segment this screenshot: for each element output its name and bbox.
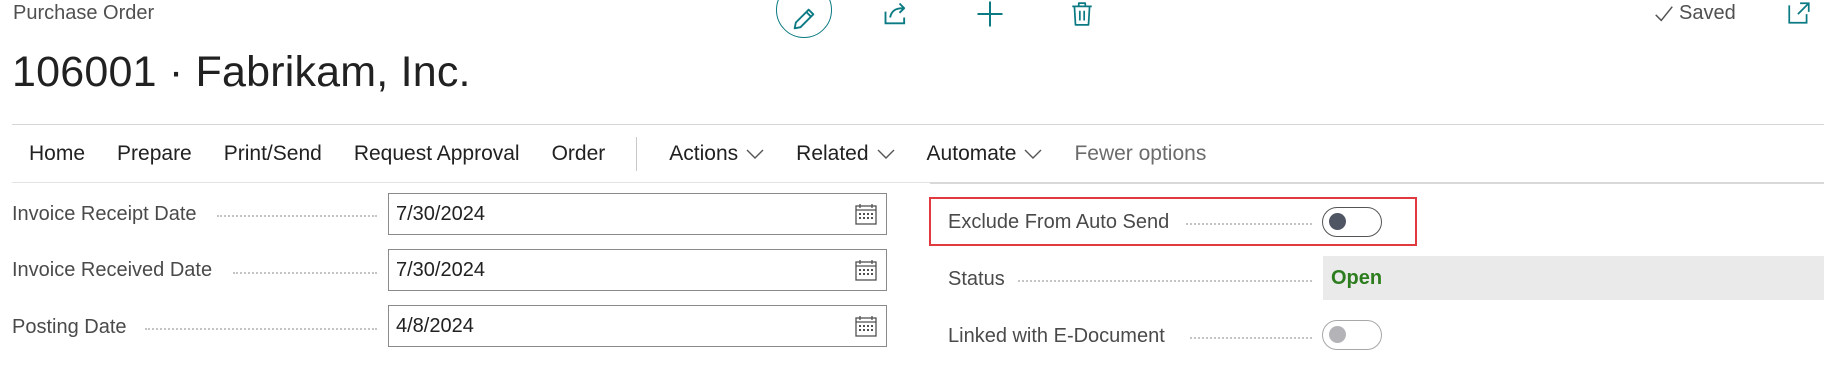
calendar-icon[interactable] bbox=[855, 259, 877, 281]
popout-button[interactable] bbox=[1786, 0, 1814, 28]
invoice-received-date-input[interactable]: 7/30/2024 bbox=[388, 249, 887, 291]
chevron-down-icon bbox=[1024, 149, 1042, 159]
header-divider bbox=[12, 124, 1824, 125]
linked-edocument-label: Linked with E-Document bbox=[948, 325, 1165, 347]
trash-icon bbox=[1072, 2, 1092, 26]
section-divider bbox=[930, 182, 1824, 184]
field-dots bbox=[1190, 337, 1312, 339]
invoice-receipt-date-input[interactable]: 7/30/2024 bbox=[388, 193, 887, 235]
saved-label: Saved bbox=[1679, 2, 1736, 24]
invoice-receipt-date-label: Invoice Receipt Date bbox=[12, 203, 197, 225]
nav-separator bbox=[636, 137, 638, 171]
chevron-down-icon bbox=[877, 149, 895, 159]
exclude-auto-send-toggle[interactable] bbox=[1322, 207, 1382, 237]
edit-button[interactable] bbox=[776, 0, 832, 38]
nav-request-approval[interactable]: Request Approval bbox=[338, 132, 536, 176]
status-value: Open bbox=[1323, 256, 1824, 300]
linked-edocument-toggle bbox=[1322, 320, 1382, 350]
checkmark-icon bbox=[1655, 5, 1673, 22]
action-bar: Home Prepare Print/Send Request Approval… bbox=[12, 132, 1222, 176]
plus-icon bbox=[977, 1, 1003, 27]
popout-icon bbox=[1788, 2, 1810, 24]
share-icon bbox=[884, 2, 906, 25]
invoice-received-date-label: Invoice Received Date bbox=[12, 259, 213, 281]
calendar-icon[interactable] bbox=[855, 315, 877, 337]
nav-related-menu[interactable]: Related bbox=[780, 132, 910, 176]
nav-actions-menu[interactable]: Actions bbox=[653, 132, 780, 176]
fewer-options-link[interactable]: Fewer options bbox=[1058, 132, 1222, 176]
nav-automate-menu[interactable]: Automate bbox=[911, 132, 1059, 176]
posting-date-input[interactable]: 4/8/2024 bbox=[388, 305, 887, 347]
share-button[interactable] bbox=[880, 0, 912, 30]
posting-date-label: Posting Date bbox=[12, 316, 127, 338]
field-dots bbox=[145, 328, 377, 330]
nav-home[interactable]: Home bbox=[12, 132, 101, 176]
toggle-knob bbox=[1329, 213, 1346, 230]
field-dots bbox=[217, 215, 377, 217]
pencil-icon bbox=[793, 8, 815, 30]
field-dots bbox=[233, 272, 377, 274]
saved-status: Saved bbox=[1653, 2, 1736, 25]
exclude-auto-send-label: Exclude From Auto Send bbox=[948, 211, 1170, 233]
field-dots bbox=[1186, 223, 1312, 225]
new-button[interactable] bbox=[974, 0, 1006, 30]
chevron-down-icon bbox=[746, 149, 764, 159]
toggle-knob bbox=[1329, 326, 1346, 343]
calendar-icon[interactable] bbox=[855, 203, 877, 225]
page-caption: Purchase Order bbox=[13, 2, 155, 24]
field-dots bbox=[1018, 280, 1312, 282]
page-title: 106001 · Fabrikam, Inc. bbox=[12, 48, 471, 96]
nav-prepare[interactable]: Prepare bbox=[101, 132, 208, 176]
nav-order[interactable]: Order bbox=[536, 132, 622, 176]
delete-button[interactable] bbox=[1066, 0, 1098, 30]
status-label: Status bbox=[948, 268, 1005, 290]
nav-print-send[interactable]: Print/Send bbox=[208, 132, 338, 176]
